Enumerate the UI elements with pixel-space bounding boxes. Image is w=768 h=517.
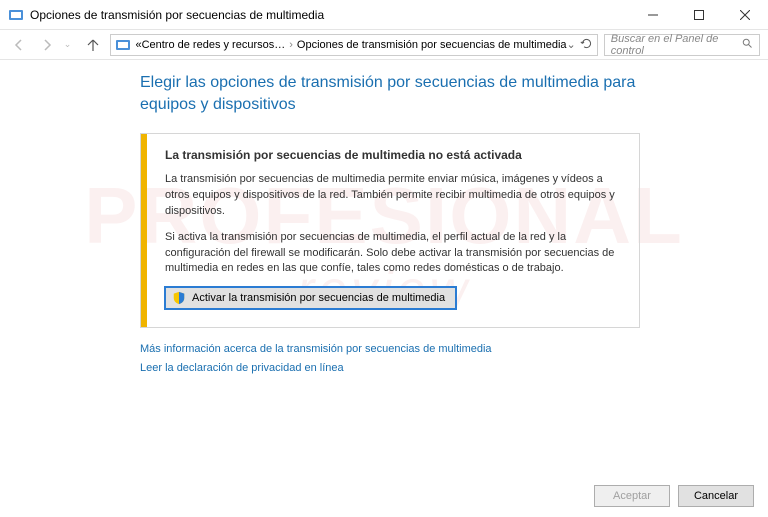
info-box: La transmisión por secuencias de multime… — [140, 133, 640, 329]
search-input[interactable]: Buscar en el Panel de control — [604, 34, 760, 56]
page-heading: Elegir las opciones de transmisión por s… — [140, 72, 660, 117]
control-panel-icon — [115, 37, 131, 53]
forward-button[interactable] — [36, 33, 58, 57]
search-icon — [741, 37, 753, 52]
info-paragraph-1: La transmisión por secuencias de multime… — [165, 172, 621, 220]
breadcrumb-seg2[interactable]: Opciones de transmisión por secuencias d… — [297, 39, 567, 51]
history-dropdown[interactable]: ⌄ — [64, 39, 77, 50]
back-button[interactable] — [8, 33, 30, 57]
footer-buttons: Aceptar Cancelar — [594, 485, 754, 507]
chevron-down-icon[interactable]: ⌄ — [567, 38, 576, 51]
app-icon — [8, 7, 24, 23]
minimize-button[interactable] — [630, 0, 676, 29]
info-paragraph-2: Si activa la transmisión por secuencias … — [165, 230, 621, 278]
nav-toolbar: ⌄ « Centro de redes y recursos… › Opcion… — [0, 30, 768, 60]
activate-streaming-button[interactable]: Activar la transmisión por secuencias de… — [165, 287, 456, 309]
ok-button: Aceptar — [594, 485, 670, 507]
window-title: Opciones de transmisión por secuencias d… — [30, 8, 630, 22]
breadcrumb-seg1[interactable]: Centro de redes y recursos… — [142, 39, 286, 51]
cancel-button[interactable]: Cancelar — [678, 485, 754, 507]
search-placeholder: Buscar en el Panel de control — [611, 33, 741, 57]
activate-button-label: Activar la transmisión por secuencias de… — [192, 292, 445, 304]
links-section: Más información acerca de la transmisión… — [140, 340, 768, 377]
privacy-link[interactable]: Leer la declaración de privacidad en lín… — [140, 359, 768, 378]
address-bar[interactable]: « Centro de redes y recursos… › Opciones… — [110, 34, 597, 56]
close-button[interactable] — [722, 0, 768, 29]
up-button[interactable] — [83, 33, 105, 57]
refresh-icon[interactable] — [580, 37, 593, 53]
titlebar: Opciones de transmisión por secuencias d… — [0, 0, 768, 30]
more-info-link[interactable]: Más información acerca de la transmisión… — [140, 340, 768, 359]
content-area: Elegir las opciones de transmisión por s… — [0, 60, 768, 378]
info-title: La transmisión por secuencias de multime… — [165, 148, 621, 162]
shield-icon — [172, 291, 186, 305]
maximize-button[interactable] — [676, 0, 722, 29]
chevron-right-icon: › — [289, 39, 293, 51]
